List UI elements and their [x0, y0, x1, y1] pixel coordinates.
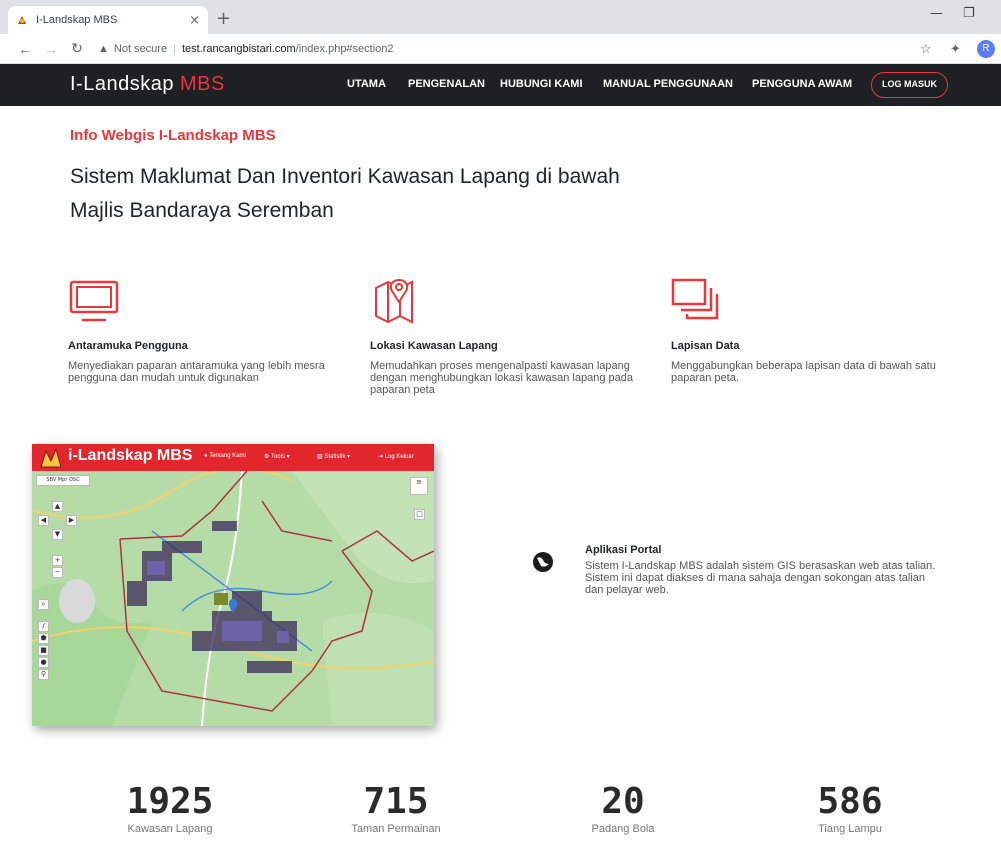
reload-icon[interactable]: ↻: [66, 40, 88, 57]
stat-label: Tiang Lampu: [818, 823, 882, 835]
brand-main: I-Landskap: [70, 73, 181, 95]
map-fullscreen-icon[interactable]: □: [414, 509, 425, 520]
restore-icon[interactable]: ❐: [963, 6, 975, 21]
map-menu-tentang[interactable]: ● Tentang Kami: [204, 453, 246, 459]
monitor-icon: [69, 280, 119, 322]
map-canvas[interactable]: SBV Mpr OSC ≡ □ ▲ ◀ ▶ ▼ + − ⌕ / ⬟ ■ ● ⚲: [32, 467, 434, 726]
url-path: /index.php#section2: [295, 43, 394, 55]
map-menu-logout[interactable]: ⇥ Log Keluar: [378, 453, 414, 460]
site-favicon-icon: [18, 16, 26, 24]
map-draw-rect-icon[interactable]: ■: [38, 645, 49, 656]
feature-title: Lokasi Kawasan Lapang: [370, 340, 498, 352]
warning-icon: ▲: [98, 43, 109, 55]
map-preview-image: i-Landskap MBS ● Tentang Kami ⚙ Tools ▾ …: [32, 444, 434, 726]
nav-hubungi-kami[interactable]: HUBUNGI KAMI: [500, 78, 583, 90]
map-pan-down-icon[interactable]: ▼: [52, 529, 63, 540]
feature-title: Antaramuka Pengguna: [68, 340, 188, 352]
site-navbar: I-Landskap MBS UTAMA PENGENALAN HUBUNGI …: [0, 64, 1001, 106]
map-draw-line-icon[interactable]: /: [38, 621, 49, 632]
map-marker-icon[interactable]: ⚲: [38, 669, 49, 680]
portal-description: Sistem I-Landskap MBS adalah sistem GIS …: [585, 560, 936, 596]
stat-taman-permainan: 715 Taman Permainan: [316, 781, 476, 836]
stat-label: Padang Bola: [591, 823, 655, 835]
map-draw-circle-icon[interactable]: ●: [38, 657, 49, 668]
minimize-icon[interactable]: —: [930, 6, 943, 21]
feature-description: Menggabungkan beberapa lapisan data di b…: [671, 360, 936, 384]
not-secure-label: Not secure: [113, 43, 168, 55]
map-title: i-Landskap MBS: [68, 447, 193, 464]
feature-lokasi: Lokasi Kawasan Lapang Memudahkan proses …: [370, 278, 640, 396]
feature-lapisan: Lapisan Data Menggabungkan beberapa lapi…: [671, 278, 941, 384]
stat-padang-bola: 20 Padang Bola: [543, 781, 703, 836]
nav-pengguna-awam[interactable]: PENGGUNA AWAM: [752, 78, 852, 90]
stat-value: 1925: [126, 781, 214, 822]
back-arrow-icon[interactable]: ←: [14, 41, 36, 57]
nav-pengenalan[interactable]: PENGENALAN: [408, 78, 485, 90]
feature-description: Menyediakan paparan antaramuka yang lebi…: [68, 360, 325, 384]
new-tab-button[interactable]: +: [216, 8, 231, 29]
section-subtitle: Info Webgis I-Landskap MBS: [70, 127, 276, 144]
tab-close-icon[interactable]: ×: [189, 13, 200, 28]
map-draw-polygon-icon[interactable]: ⬟: [38, 633, 49, 644]
login-button[interactable]: LOG MASUK: [871, 72, 948, 98]
tab-title: I-Landskap MBS: [36, 14, 118, 26]
profile-avatar[interactable]: R: [977, 40, 995, 58]
map-layer-switcher[interactable]: SBV Mpr OSC: [36, 475, 90, 486]
map-layers-icon[interactable]: ≡: [410, 477, 428, 495]
map-search-icon[interactable]: ⌕: [38, 599, 49, 610]
stat-tiang-lampu: 586 Tiang Lampu: [770, 781, 930, 836]
star-icon[interactable]: ☆: [920, 41, 932, 57]
url-input[interactable]: ▲ Not secure | test.rancangbistari.com /…: [98, 39, 918, 59]
stat-value: 20: [601, 781, 645, 822]
stat-kawasan-lapang: 1925 Kawasan Lapang: [90, 781, 250, 836]
stat-label: Kawasan Lapang: [127, 823, 213, 835]
section-headline: Sistem Maklumat Dan Inventori Kawasan La…: [70, 165, 620, 222]
browser-tab[interactable]: I-Landskap MBS ×: [8, 6, 208, 34]
map-zoom-in-icon[interactable]: +: [52, 555, 63, 566]
brand-accent: MBS: [180, 73, 225, 95]
map-header: i-Landskap MBS ● Tentang Kami ⚙ Tools ▾ …: [32, 444, 434, 471]
map-pan-right-icon[interactable]: ▶: [66, 515, 77, 526]
map-pin-icon: [375, 278, 413, 324]
url-separator: |: [173, 43, 176, 55]
feature-antaramuka: Antaramuka Pengguna Menyediakan paparan …: [68, 278, 338, 384]
browser-tab-bar: I-Landskap MBS × + — ❐: [0, 0, 1001, 34]
layers-icon: [671, 278, 719, 320]
site-brand[interactable]: I-Landskap MBS: [70, 73, 225, 96]
nav-manual-penggunaan[interactable]: MANUAL PENGGUNAAN: [603, 78, 733, 90]
url-host: test.rancangbistari.com: [181, 43, 296, 55]
nav-utama[interactable]: UTAMA: [347, 78, 386, 90]
browser-address-bar: ← → ↻ ▲ Not secure | test.rancangbistari…: [0, 34, 1001, 64]
feature-title: Lapisan Data: [671, 340, 740, 352]
map-zoom-out-icon[interactable]: −: [52, 567, 63, 578]
stat-value: 586: [817, 781, 883, 822]
portal-title: Aplikasi Portal: [585, 544, 662, 556]
mbs-logo-icon: [40, 447, 62, 468]
stat-label: Taman Permainan: [351, 823, 441, 835]
forward-arrow-icon[interactable]: →: [40, 41, 62, 57]
stat-value: 715: [363, 781, 429, 822]
map-pan-up-icon[interactable]: ▲: [52, 501, 63, 512]
map-pan-left-icon[interactable]: ◀: [38, 515, 49, 526]
extensions-icon[interactable]: ✦: [950, 41, 961, 57]
map-graphic: [32, 467, 434, 726]
feature-description: Memudahkan proses mengenalpasti kawasan …: [370, 360, 633, 396]
map-menu-statistik[interactable]: ▥ Statistik ▾: [317, 453, 350, 460]
globe-icon: [533, 552, 553, 572]
map-menu-tools[interactable]: ⚙ Tools ▾: [264, 453, 290, 460]
